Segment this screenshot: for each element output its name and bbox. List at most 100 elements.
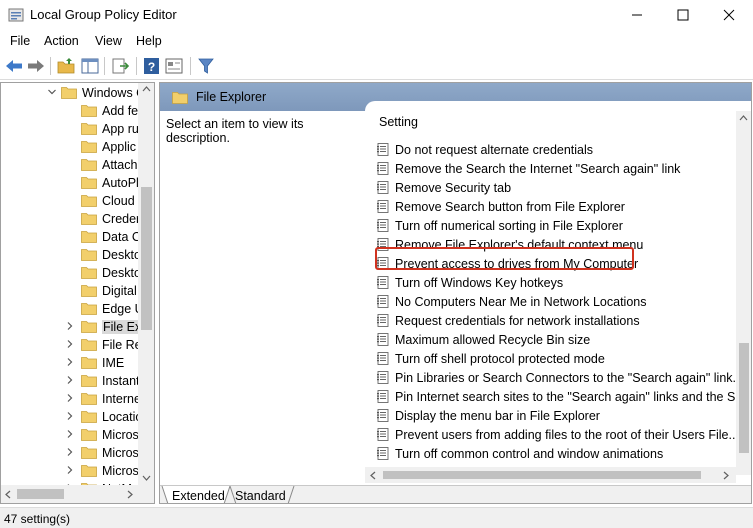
chevron-right-icon[interactable] <box>65 375 75 385</box>
show-hide-tree-icon[interactable] <box>80 57 100 75</box>
tree-item[interactable]: AutoPl <box>1 174 141 192</box>
folder-icon <box>81 374 97 387</box>
tree-item[interactable]: Attach <box>1 156 141 174</box>
help-icon[interactable]: ? <box>142 57 162 75</box>
setting-row[interactable]: Turn off shell protocol protected mode <box>377 349 727 368</box>
up-folder-icon[interactable] <box>56 57 76 75</box>
settings-horizontal-scrollbar[interactable] <box>365 467 736 483</box>
tree-item[interactable]: Digital <box>1 282 141 300</box>
policy-setting-icon <box>377 409 390 422</box>
tree-item-label: File Re <box>102 338 142 352</box>
chevron-right-icon[interactable] <box>65 447 75 457</box>
menu-help[interactable]: Help <box>136 34 162 48</box>
tree-item[interactable]: Applic <box>1 138 141 156</box>
tree-item[interactable]: Micros <box>1 462 141 480</box>
tree-item-label: Deskto <box>102 248 141 262</box>
tree-item[interactable]: Instant <box>1 372 141 390</box>
chevron-right-icon[interactable] <box>65 429 75 439</box>
setting-row[interactable]: Do not request alternate credentials <box>377 140 727 159</box>
folder-icon <box>81 248 97 261</box>
setting-row[interactable]: Maximum allowed Recycle Bin size <box>377 330 727 349</box>
chevron-right-icon[interactable] <box>65 339 75 349</box>
folder-icon <box>172 91 188 104</box>
settings-vertical-scrollbar[interactable] <box>736 111 752 475</box>
properties-icon[interactable] <box>164 57 184 75</box>
setting-row[interactable]: Pin Internet search sites to the "Search… <box>377 387 727 406</box>
policy-setting-icon <box>377 447 390 460</box>
minimize-button[interactable] <box>614 0 660 30</box>
tree-item[interactable]: App ru <box>1 120 141 138</box>
tree-item[interactable]: Windows C <box>1 84 141 102</box>
column-header-setting[interactable]: Setting <box>379 115 418 129</box>
chevron-right-icon[interactable] <box>65 465 75 475</box>
menu-view[interactable]: View <box>95 34 122 48</box>
settings-list[interactable]: Setting Do not request alternate credent… <box>365 101 752 485</box>
folder-icon <box>81 122 97 135</box>
chevron-right-icon[interactable] <box>65 411 75 421</box>
setting-row[interactable]: Remove the Search the Internet "Search a… <box>377 159 727 178</box>
setting-row[interactable]: Prevent users from adding files to the r… <box>377 425 727 444</box>
maximize-button[interactable] <box>660 0 706 30</box>
scroll-down-icon[interactable] <box>142 475 151 481</box>
setting-row[interactable]: Pin Libraries or Search Connectors to th… <box>377 368 727 387</box>
setting-row[interactable]: Turn off common control and window anima… <box>377 444 727 463</box>
chevron-right-icon[interactable] <box>65 357 75 367</box>
title-bar: Local Group Policy Editor <box>0 0 753 30</box>
tree-hscroll-thumb[interactable] <box>17 489 64 499</box>
setting-row[interactable]: Remove Security tab <box>377 178 727 197</box>
filter-icon[interactable] <box>196 57 216 75</box>
tab-extended[interactable]: Extended <box>172 489 225 503</box>
tree-item[interactable]: Deskto <box>1 264 141 282</box>
tree-item[interactable]: Deskto <box>1 246 141 264</box>
tree-item[interactable]: Data C <box>1 228 141 246</box>
tree-item[interactable]: Interne <box>1 390 141 408</box>
folder-icon <box>81 464 97 477</box>
settings-hscroll-thumb[interactable] <box>383 471 701 479</box>
tree-horizontal-scrollbar[interactable] <box>1 485 138 503</box>
tree-item[interactable]: Micros <box>1 426 141 444</box>
setting-row[interactable]: Turn off Windows Key hotkeys <box>377 273 727 292</box>
setting-row[interactable]: Request credentials for network installa… <box>377 311 727 330</box>
tab-standard[interactable]: Standard <box>235 489 286 503</box>
scroll-left-icon[interactable] <box>5 490 11 499</box>
export-list-icon[interactable] <box>110 57 130 75</box>
scroll-right-icon[interactable] <box>127 490 133 499</box>
close-button[interactable] <box>706 0 752 30</box>
tree-item[interactable]: Cloud <box>1 192 141 210</box>
chevron-right-icon[interactable] <box>65 321 75 331</box>
details-pane: File Explorer Select an item to view its… <box>159 82 752 504</box>
tree-item[interactable]: File Exp <box>1 318 141 336</box>
chevron-right-icon[interactable] <box>65 393 75 403</box>
setting-row[interactable]: Turn off numerical sorting in File Explo… <box>377 216 727 235</box>
console-tree[interactable]: Windows CAdd feApp ruApplicAttachAutoPlC… <box>0 82 155 504</box>
scroll-right-icon[interactable] <box>723 471 729 480</box>
back-arrow-icon[interactable] <box>4 57 24 75</box>
menu-action[interactable]: Action <box>44 34 79 48</box>
scroll-up-icon[interactable] <box>142 86 151 92</box>
setting-row[interactable]: No Computers Near Me in Network Location… <box>377 292 727 311</box>
scroll-up-icon[interactable] <box>739 115 748 121</box>
tree-item[interactable]: Locatio <box>1 408 141 426</box>
tree-vertical-scrollbar[interactable] <box>138 83 155 485</box>
policy-setting-icon <box>377 143 390 156</box>
tree-scroll-thumb[interactable] <box>141 187 152 330</box>
scroll-left-icon[interactable] <box>370 471 376 480</box>
setting-name: Display the menu bar in File Explorer <box>395 409 600 423</box>
tree-item[interactable]: Add fe <box>1 102 141 120</box>
settings-scroll-thumb[interactable] <box>739 343 749 453</box>
tree-item[interactable]: Edge U <box>1 300 141 318</box>
menu-bar: File Action View Help <box>0 30 753 52</box>
setting-name: Remove Security tab <box>395 181 511 195</box>
setting-row[interactable]: Remove Search button from File Explorer <box>377 197 727 216</box>
policy-setting-icon <box>377 295 390 308</box>
setting-row[interactable]: Display the menu bar in File Explorer <box>377 406 727 425</box>
tree-item[interactable]: Creder <box>1 210 141 228</box>
tree-item[interactable]: Micros <box>1 444 141 462</box>
tree-item-label: Digital <box>102 284 137 298</box>
folder-icon <box>81 194 97 207</box>
chevron-down-icon[interactable] <box>47 87 57 97</box>
tree-item[interactable]: IME <box>1 354 141 372</box>
menu-file[interactable]: File <box>10 34 30 48</box>
forward-arrow-icon[interactable] <box>26 57 46 75</box>
tree-item[interactable]: File Re <box>1 336 141 354</box>
